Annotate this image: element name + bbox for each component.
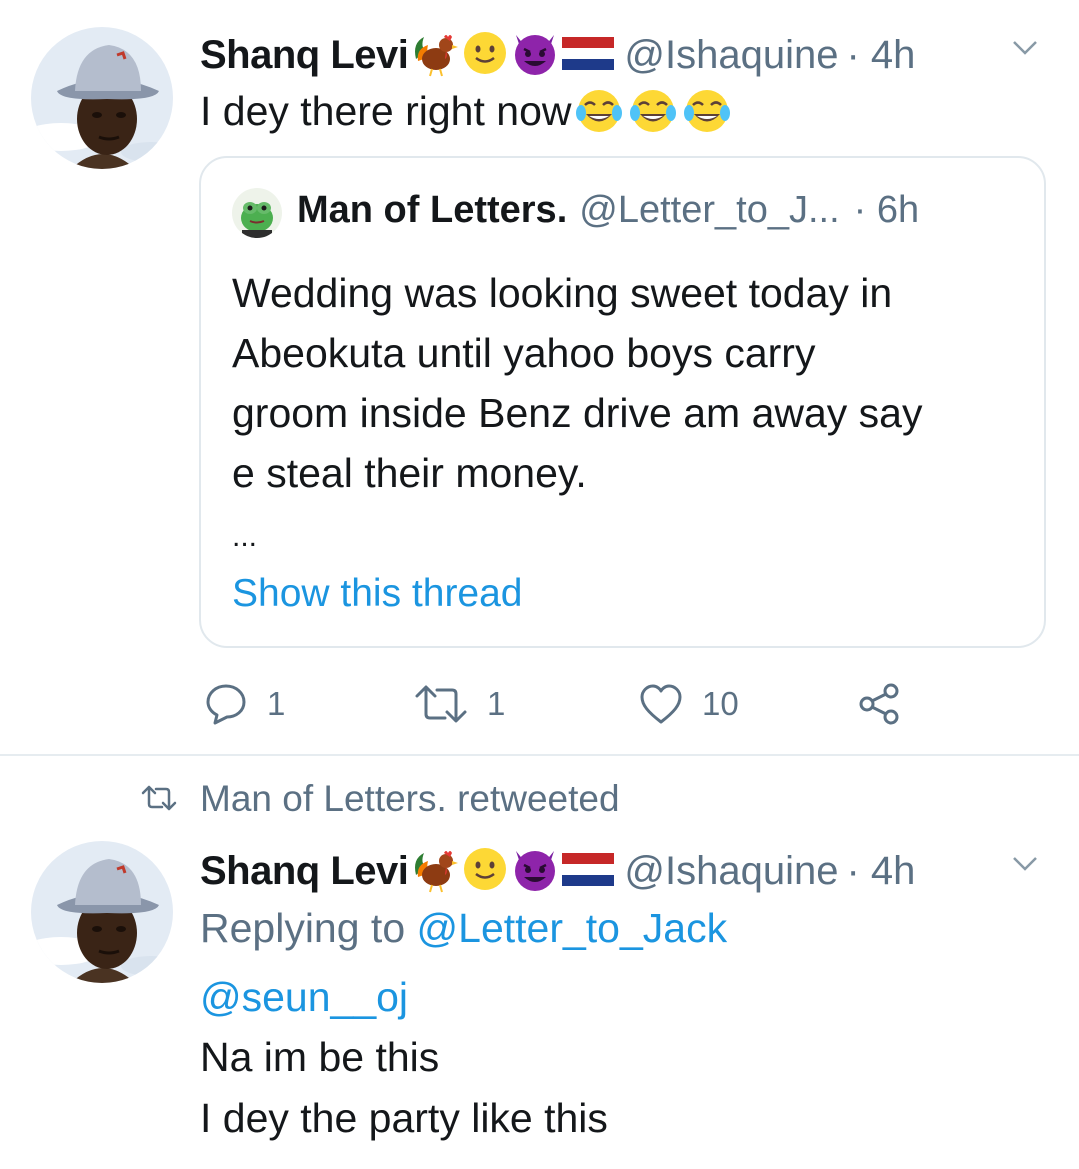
retweet-button[interactable]: 1 xyxy=(413,682,505,726)
quoted-ellipsis: ... xyxy=(232,520,258,553)
quoted-text-line: e steal their money. xyxy=(232,450,587,496)
tweet-text-line: I dey the party like this xyxy=(200,1095,608,1141)
like-count: 10 xyxy=(702,685,739,722)
quoted-text-line: Abeokuta until yahoo boys carry xyxy=(232,330,816,376)
tears-of-joy-emoji xyxy=(630,89,677,132)
retweet-context-icon xyxy=(140,783,178,818)
share-button[interactable] xyxy=(858,682,902,726)
tweet-menu-chevron-icon[interactable] xyxy=(1012,40,1038,61)
heart-icon xyxy=(640,684,682,724)
reply-button[interactable]: 1 xyxy=(203,682,285,726)
tweet-divider xyxy=(0,754,1079,756)
quoted-text-line: Wedding was looking sweet today in xyxy=(232,270,893,316)
quoted-tweet-text: Wedding was looking sweet today in Abeok… xyxy=(232,263,922,503)
tweet-header: Shanq Levi @Ishaquine · 4h xyxy=(200,29,915,82)
author-handle[interactable]: @Ishaquine xyxy=(624,849,838,894)
quoted-tweet-header: Man of Letters. @Letter_to_J... · 6h xyxy=(297,189,919,232)
author-name[interactable]: Shanq Levi xyxy=(200,33,409,78)
smiling-devil-emoji xyxy=(510,845,560,898)
rooster-emoji xyxy=(410,845,460,898)
tweet-menu-chevron-icon[interactable] xyxy=(1012,856,1038,877)
quoted-timestamp[interactable]: · 6h xyxy=(854,189,919,232)
reply-icon xyxy=(206,684,246,725)
like-button[interactable]: 10 xyxy=(638,682,739,726)
quoted-author-handle[interactable]: @Letter_to_J... xyxy=(579,189,839,232)
slightly-smiling-face-emoji xyxy=(462,30,508,81)
tweet-text: I dey there right now xyxy=(200,81,733,142)
quoted-author-name[interactable]: Man of Letters. xyxy=(297,189,567,232)
show-thread-link[interactable]: Show this thread xyxy=(232,572,523,616)
share-icon xyxy=(859,683,899,725)
replying-to-link[interactable]: @Letter_to_Jack xyxy=(417,905,728,951)
rooster-emoji xyxy=(410,29,460,82)
mention-link[interactable]: @seun__oj xyxy=(200,974,408,1021)
reply-count: 1 xyxy=(267,685,286,722)
retweet-icon xyxy=(415,685,467,723)
netherlands-flag-emoji xyxy=(562,35,615,76)
retweet-context-label[interactable]: Man of Letters. retweeted xyxy=(200,778,620,820)
tweet-text-content: I dey there right now xyxy=(200,88,572,134)
tweet-text-line: Na im be this xyxy=(200,1034,440,1080)
netherlands-flag-emoji xyxy=(562,851,615,892)
author-handle[interactable]: @Ishaquine xyxy=(624,33,838,78)
quoted-author-avatar[interactable] xyxy=(232,188,282,238)
tears-of-joy-emoji xyxy=(576,89,623,132)
author-avatar[interactable] xyxy=(31,27,173,169)
author-avatar[interactable] xyxy=(31,841,173,983)
retweet-count: 1 xyxy=(487,685,506,722)
smiling-devil-emoji xyxy=(510,29,560,82)
slightly-smiling-face-emoji xyxy=(462,846,508,897)
quoted-text-line: groom inside Benz drive am away say xyxy=(232,390,923,436)
tweet-timestamp[interactable]: · 4h xyxy=(846,849,915,894)
replying-to-prefix: Replying to xyxy=(200,905,417,951)
tweet-header: Shanq Levi @Ishaquine · 4h xyxy=(200,845,915,898)
author-name[interactable]: Shanq Levi xyxy=(200,849,409,894)
replying-to-line: Replying to @Letter_to_Jack xyxy=(200,905,727,952)
tweet-timestamp[interactable]: · 4h xyxy=(846,33,915,78)
tears-of-joy-emoji xyxy=(684,89,731,132)
